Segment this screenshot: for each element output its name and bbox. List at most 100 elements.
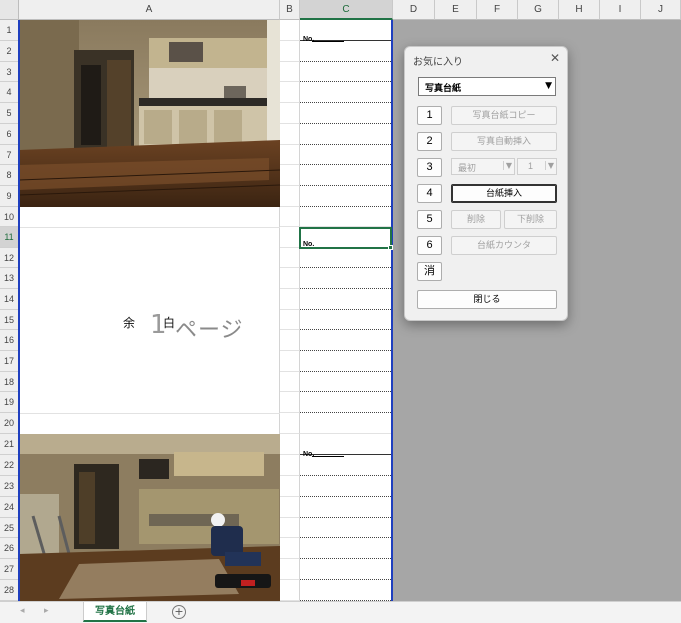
column-c-cells[interactable] <box>300 20 391 601</box>
row-header-12[interactable]: 12 <box>0 247 19 269</box>
row-header-23[interactable]: 23 <box>0 475 19 497</box>
row-header-3[interactable]: 3 <box>0 61 19 83</box>
chevron-down-icon: ▼ <box>545 81 552 91</box>
delete-below-button[interactable]: 下削除 <box>504 210 557 229</box>
column-header-i[interactable]: I <box>600 0 641 20</box>
column-b-cell[interactable] <box>280 268 300 289</box>
column-b-cell[interactable] <box>280 82 300 104</box>
position-select[interactable]: 最初 ▼ <box>451 158 515 175</box>
column-header-e[interactable]: E <box>435 0 477 20</box>
copy-photo-sheet-button[interactable]: 写真台紙コピー <box>451 106 557 125</box>
row-header-25[interactable]: 25 <box>0 517 19 539</box>
column-b-cell[interactable] <box>280 454 300 476</box>
column-c-rule <box>300 267 391 269</box>
column-b-cell[interactable] <box>280 165 300 187</box>
column-b-cell[interactable] <box>280 20 300 41</box>
column-b-cell[interactable] <box>280 351 300 372</box>
spreadsheet-grid[interactable]: A B C D E F G H I J 1 2 3 4 5 6 7 8 9 10 11 12 13 14 1… <box>0 0 681 601</box>
column-b-cell[interactable] <box>280 144 300 166</box>
row-header-1[interactable]: 1 <box>0 20 19 41</box>
auto-insert-photos-button[interactable]: 写真自動挿入 <box>451 132 557 151</box>
column-c-rule <box>300 122 391 124</box>
column-b-cell[interactable] <box>280 434 300 455</box>
next-sheet-icon[interactable]: ▸ <box>44 606 49 616</box>
sheet-tab-photo-mount[interactable]: 写真台紙 <box>83 602 147 622</box>
step-3-button[interactable]: 3 <box>417 158 442 177</box>
count-select[interactable]: 1 ▼ <box>517 158 557 175</box>
row-header-10[interactable]: 10 <box>0 207 19 227</box>
column-b-cell[interactable] <box>280 517 300 539</box>
step-1-button[interactable]: 1 <box>417 106 442 125</box>
column-header-j[interactable]: J <box>641 0 681 20</box>
column-header-h[interactable]: H <box>559 0 600 20</box>
fill-handle[interactable] <box>388 245 393 250</box>
column-c-rule <box>300 412 391 413</box>
column-b-cell[interactable] <box>280 40 300 62</box>
column-b-cell[interactable] <box>280 538 300 560</box>
column-header-a[interactable]: A <box>19 0 280 20</box>
sheet-counter-button[interactable]: 台紙カウンタ <box>451 236 557 255</box>
favorites-dialog[interactable]: お気に入り ✕ 写真台紙 ▼ 1 写真台紙コピー 2 写真自動挿入 3 最初 ▼… <box>404 46 568 321</box>
row-header-15[interactable]: 15 <box>0 309 19 331</box>
step-4-button[interactable]: 4 <box>417 184 442 203</box>
row-header-8[interactable]: 8 <box>0 165 19 187</box>
column-b-cell[interactable] <box>280 61 300 83</box>
column-b-cell[interactable] <box>280 392 300 413</box>
row-header-28[interactable]: 28 <box>0 580 19 601</box>
column-c-rule <box>300 370 391 372</box>
column-header-f[interactable]: F <box>477 0 518 20</box>
column-b-cell[interactable] <box>280 207 300 227</box>
step-5-button[interactable]: 5 <box>417 210 442 229</box>
row-header-18[interactable]: 18 <box>0 371 19 393</box>
delete-button[interactable]: 削除 <box>451 210 501 229</box>
row-header-19[interactable]: 19 <box>0 392 19 413</box>
column-b-cell[interactable] <box>280 227 300 248</box>
step-2-button[interactable]: 2 <box>417 132 442 151</box>
column-b-cell[interactable] <box>280 413 300 434</box>
template-dropdown[interactable]: 写真台紙 ▼ <box>418 77 556 96</box>
add-sheet-icon[interactable]: + <box>172 605 186 619</box>
column-b-cell[interactable] <box>280 475 300 497</box>
column-b-cell[interactable] <box>280 123 300 145</box>
clear-button[interactable]: 消 <box>417 262 442 281</box>
column-header-b[interactable]: B <box>280 0 300 20</box>
insert-sheet-button[interactable]: 台紙挿入 <box>451 184 557 203</box>
dialog-close-icon[interactable]: ✕ <box>550 51 560 65</box>
row-header-6[interactable]: 6 <box>0 123 19 145</box>
row-header-17[interactable]: 17 <box>0 351 19 372</box>
column-b-cell[interactable] <box>280 330 300 351</box>
column-b-cell[interactable] <box>280 289 300 310</box>
row-header-21[interactable]: 21 <box>0 434 19 455</box>
row-header-11[interactable]: 11 <box>0 227 19 248</box>
row-header-24[interactable]: 24 <box>0 496 19 518</box>
column-header-c[interactable]: C <box>300 0 393 20</box>
row-header-27[interactable]: 27 <box>0 559 19 581</box>
row-header-9[interactable]: 9 <box>0 186 19 207</box>
column-b-cell[interactable] <box>280 309 300 331</box>
active-cell-c11[interactable] <box>299 227 392 249</box>
row-header-13[interactable]: 13 <box>0 268 19 289</box>
row-header-16[interactable]: 16 <box>0 330 19 351</box>
dialog-close-button[interactable]: 閉じる <box>417 290 557 309</box>
column-b-cell[interactable] <box>280 580 300 601</box>
row-header-5[interactable]: 5 <box>0 103 19 124</box>
column-b-cell[interactable] <box>280 559 300 581</box>
column-b-cell[interactable] <box>280 186 300 207</box>
row-header-7[interactable]: 7 <box>0 144 19 166</box>
row-header-4[interactable]: 4 <box>0 82 19 104</box>
prev-sheet-icon[interactable]: ◂ <box>20 606 25 616</box>
column-b-cell[interactable] <box>280 247 300 269</box>
row-header-26[interactable]: 26 <box>0 538 19 560</box>
select-all-corner[interactable] <box>0 0 19 20</box>
row-header-2[interactable]: 2 <box>0 40 19 62</box>
row-header-20[interactable]: 20 <box>0 413 19 434</box>
column-header-d[interactable]: D <box>393 0 435 20</box>
row-header-22[interactable]: 22 <box>0 454 19 476</box>
column-header-g[interactable]: G <box>518 0 559 20</box>
step-6-button[interactable]: 6 <box>417 236 442 255</box>
column-b-cell[interactable] <box>280 103 300 124</box>
row-header-14[interactable]: 14 <box>0 289 19 310</box>
column-b-cell[interactable] <box>280 371 300 393</box>
column-b-cell[interactable] <box>280 496 300 518</box>
column-c-rule <box>300 206 391 207</box>
